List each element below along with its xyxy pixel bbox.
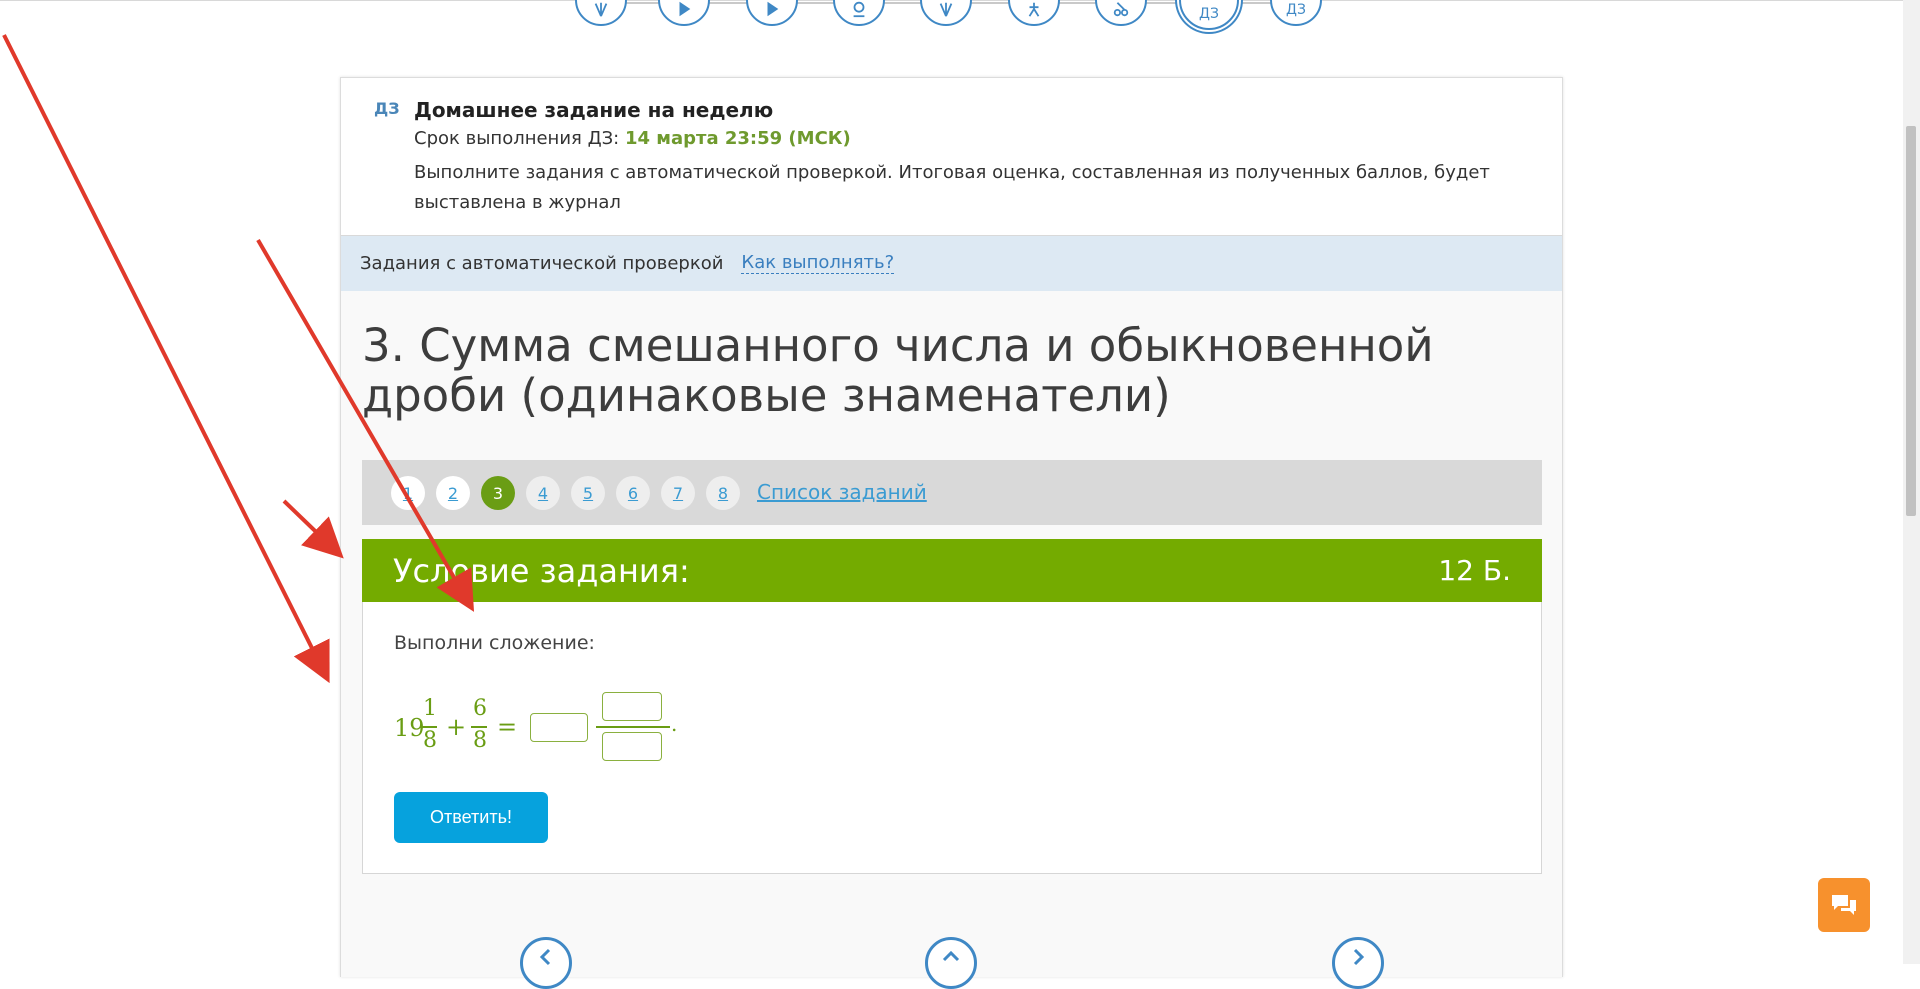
step-homework-current[interactable]: ДЗ bbox=[1179, 0, 1239, 30]
page-scrollbar[interactable] bbox=[1903, 0, 1920, 964]
theory-icon bbox=[594, 2, 608, 17]
chevron-right-icon bbox=[1353, 948, 1365, 966]
homework-description: Выполните задания с автоматической прове… bbox=[414, 162, 1490, 213]
homework-icon: ДЗ bbox=[1199, 6, 1219, 22]
page-7[interactable]: 7 bbox=[661, 476, 695, 510]
prev-task-button[interactable] bbox=[520, 937, 572, 989]
condition-body: Выполни сложение: 19 1 8 + 6 8 = . Ответ… bbox=[362, 602, 1542, 874]
homework-card: ДЗ Домашнее задание на неделю Срок выпол… bbox=[340, 77, 1563, 977]
page-3-active[interactable]: 3 bbox=[481, 476, 515, 510]
answer-fraction-bar bbox=[596, 726, 670, 728]
task-pager: 1 2 3 4 5 6 7 8 Список заданий bbox=[362, 460, 1542, 525]
homework-badge: ДЗ bbox=[374, 99, 400, 118]
condition-points: 12 Б. bbox=[1438, 554, 1511, 587]
how-to-link[interactable]: Как выполнять? bbox=[741, 253, 895, 274]
annotation-arrow-3 bbox=[282, 499, 344, 559]
page-2[interactable]: 2 bbox=[436, 476, 470, 510]
homework-icon: ДЗ bbox=[1286, 2, 1306, 18]
condition-title: Условие задания: bbox=[393, 551, 690, 590]
training-icon bbox=[1028, 2, 1040, 17]
equals-sign: = bbox=[497, 713, 518, 741]
homework-title: Домашнее задание на неделю bbox=[414, 98, 774, 122]
step-video-1[interactable] bbox=[658, 0, 710, 26]
deadline-label: Срок выполнения ДЗ: bbox=[414, 128, 625, 149]
up-button[interactable] bbox=[925, 937, 977, 989]
auto-check-bar: Задания с автоматической проверкой Как в… bbox=[341, 236, 1562, 291]
chat-icon bbox=[1832, 895, 1856, 915]
task-list-link[interactable]: Список заданий bbox=[757, 480, 927, 504]
step-webinar[interactable] bbox=[833, 0, 885, 26]
next-task-button[interactable] bbox=[1332, 937, 1384, 989]
play-icon bbox=[679, 1, 691, 17]
page-6[interactable]: 6 bbox=[616, 476, 650, 510]
condition-header: Условие задания: 12 Б. bbox=[362, 539, 1542, 602]
denominator-answer-input[interactable] bbox=[602, 732, 662, 761]
step-theory[interactable] bbox=[575, 0, 627, 26]
page-5[interactable]: 5 bbox=[571, 476, 605, 510]
chevron-up-icon bbox=[942, 950, 960, 962]
step-homework[interactable]: ДЗ bbox=[1270, 0, 1322, 26]
whole-part: 19 bbox=[394, 714, 425, 742]
numerator-answer-input[interactable] bbox=[602, 692, 662, 721]
play-icon bbox=[767, 1, 779, 17]
denominator-1: 8 bbox=[423, 728, 437, 753]
plus-sign: + bbox=[446, 713, 467, 741]
step-training[interactable] bbox=[1008, 0, 1060, 26]
instruction-text: Выполни сложение: bbox=[394, 632, 595, 654]
task-title: 3. Сумма смешанного числа и обыкновенной… bbox=[362, 319, 1434, 422]
chevron-left-icon bbox=[539, 948, 551, 966]
page-1[interactable]: 1 bbox=[391, 476, 425, 510]
numerator-1: 1 bbox=[423, 696, 437, 721]
chat-button[interactable] bbox=[1818, 878, 1870, 932]
numerator-2: 6 bbox=[473, 696, 487, 721]
deadline-value: 14 марта 23:59 (МСК) bbox=[624, 128, 851, 149]
answer-button[interactable]: Ответить! bbox=[394, 792, 548, 843]
scrollbar-thumb[interactable] bbox=[1906, 126, 1916, 516]
step-test[interactable] bbox=[1095, 0, 1147, 26]
homework-header: ДЗ Домашнее задание на неделю Срок выпол… bbox=[341, 78, 1562, 236]
step-theory-2[interactable] bbox=[920, 0, 972, 26]
denominator-2: 8 bbox=[473, 728, 487, 753]
test-icon bbox=[1113, 2, 1129, 17]
homework-deadline: Срок выполнения ДЗ: 14 марта 23:59 (МСК) bbox=[414, 128, 851, 149]
step-video-2[interactable] bbox=[746, 0, 798, 26]
annotation-arrow-1 bbox=[2, 34, 330, 684]
webinar-icon bbox=[853, 1, 865, 18]
lesson-steps-nav: ДЗ ДЗ bbox=[0, 0, 1903, 45]
theory-icon bbox=[939, 2, 953, 17]
auto-check-label: Задания с автоматической проверкой bbox=[360, 253, 724, 274]
page-8[interactable]: 8 bbox=[706, 476, 740, 510]
period: . bbox=[671, 712, 678, 736]
whole-answer-input[interactable] bbox=[530, 713, 588, 742]
page-4[interactable]: 4 bbox=[526, 476, 560, 510]
